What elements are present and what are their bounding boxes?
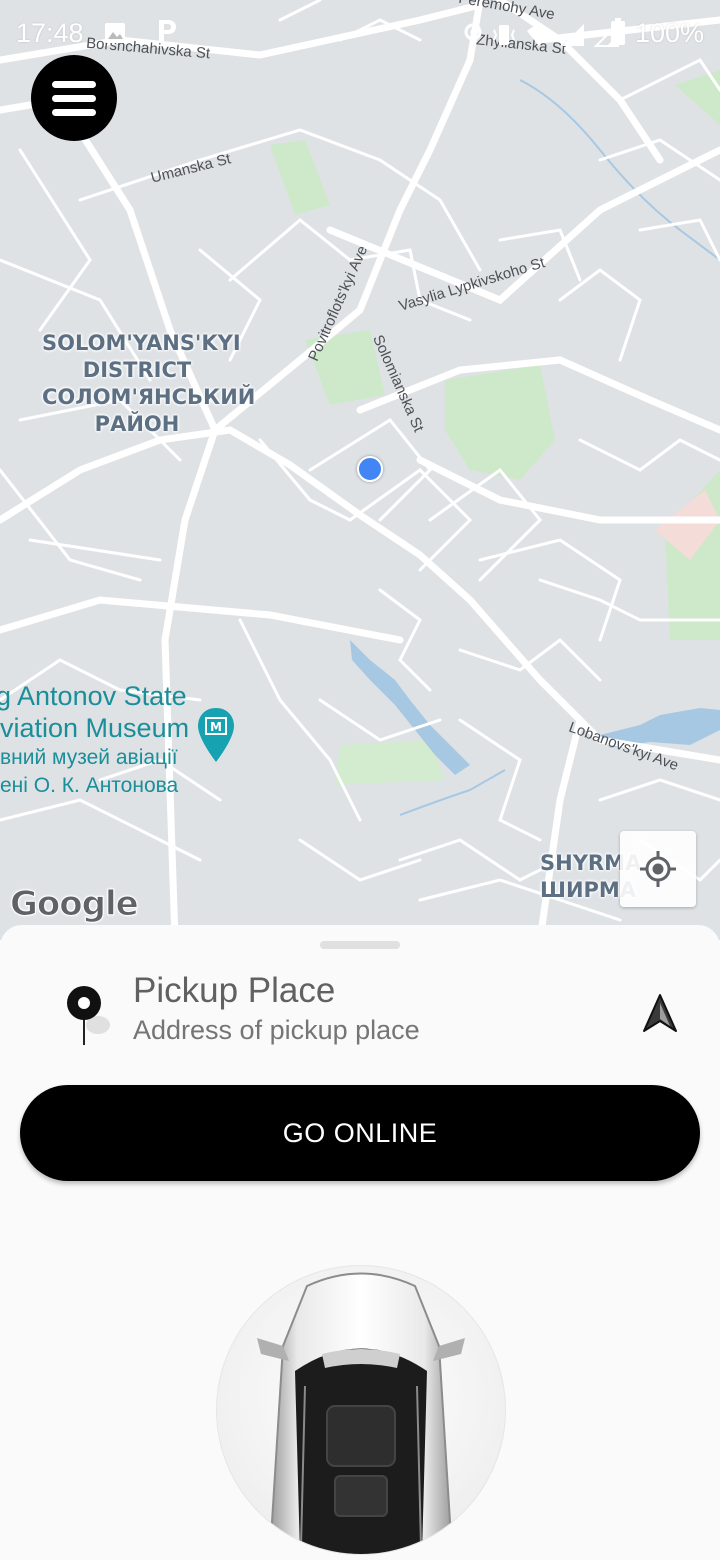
wifi-icon — [526, 25, 551, 46]
poi-line: g Antonov State — [0, 681, 187, 711]
go-online-button[interactable]: GO ONLINE — [20, 1085, 700, 1181]
poi-line: вний музей авіації — [0, 746, 178, 769]
app-screen: Peremohy Ave Zhylianska St Borshchahivsk… — [0, 0, 720, 1560]
menu-button[interactable] — [31, 55, 117, 141]
pickup-address[interactable]: Address of pickup place — [133, 1015, 420, 1046]
pickup-title[interactable]: Pickup Place — [133, 971, 335, 1011]
district-line: SOLOM'YANS'KYI — [42, 331, 241, 355]
status-time: 17:48 — [16, 18, 84, 48]
district-line: DISTRICT — [82, 358, 192, 382]
sheet-drag-handle[interactable] — [320, 941, 400, 949]
hamburger-icon — [52, 74, 96, 123]
parking-icon — [156, 18, 178, 51]
car-image — [216, 1265, 506, 1555]
museum-poi-label[interactable]: g Antonov State viation Museum вний музе… — [0, 680, 189, 800]
battery-percent: 100% — [634, 18, 704, 48]
car-top-view-illustration — [257, 1272, 465, 1554]
bottom-sheet: Pickup Place Address of pickup place GO … — [0, 925, 720, 1560]
google-logo: Google — [10, 884, 140, 925]
vibrate-icon — [493, 24, 516, 45]
status-icons — [462, 18, 620, 49]
svg-text:M: M — [210, 720, 222, 734]
pickup-pin-icon — [67, 986, 110, 1045]
museum-pin-icon[interactable]: M — [196, 706, 236, 764]
poi-line: ені О. К. Антонова — [0, 774, 179, 797]
district-line: РАЙОН — [94, 412, 180, 436]
my-location-button[interactable] — [620, 831, 696, 907]
signal-icon — [562, 23, 585, 46]
district-line: СОЛОМ'ЯНСЬКИЙ — [42, 385, 256, 409]
poi-line: viation Museum — [0, 713, 190, 743]
user-location-dot — [357, 456, 383, 482]
location-icon — [464, 23, 482, 41]
district-label: SOLOM'YANS'KYI DISTRICT СОЛОМ'ЯНСЬКИЙ РА… — [42, 330, 256, 438]
battery-icon — [610, 18, 626, 53]
map-view[interactable]: Peremohy Ave Zhylianska St Borshchahivsk… — [0, 0, 720, 940]
navigation-arrow-icon[interactable] — [640, 993, 680, 1035]
crosshair-icon — [640, 851, 676, 887]
image-icon — [104, 20, 126, 51]
status-bar: 17:48 100% — [0, 0, 720, 64]
